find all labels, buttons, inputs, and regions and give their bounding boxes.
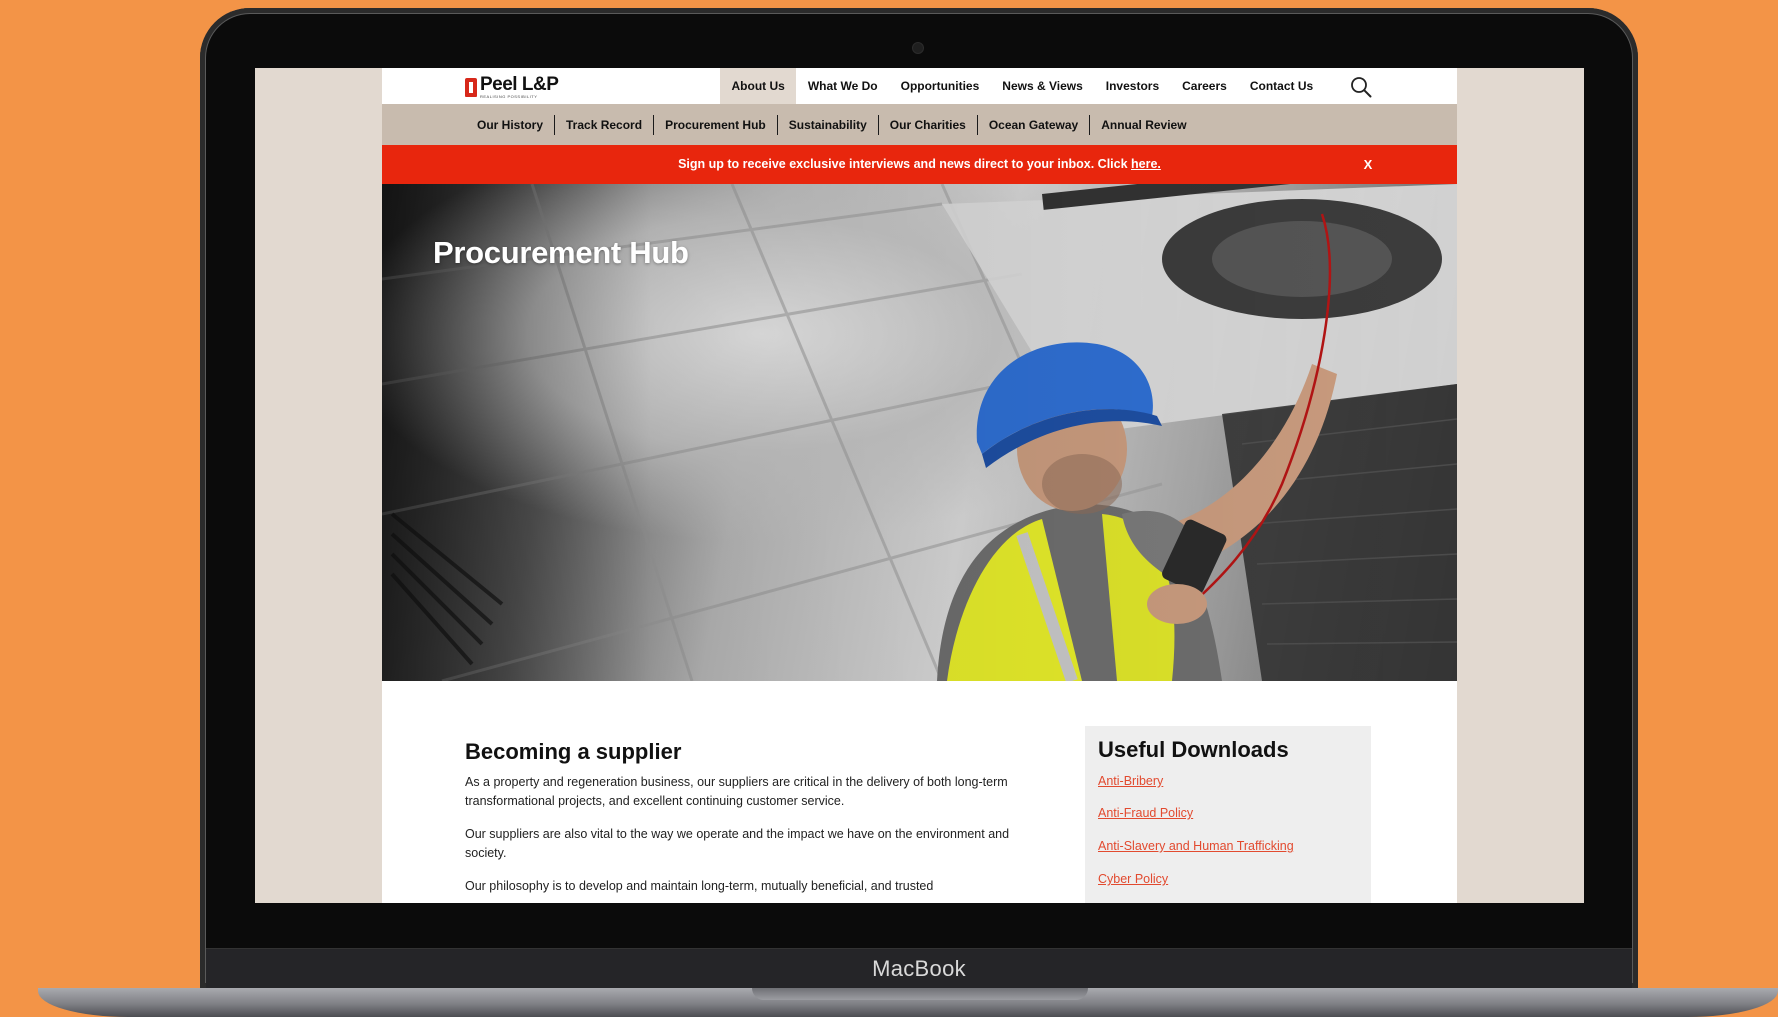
logo-name: Peel L&P bbox=[480, 74, 559, 95]
nav-contact-us[interactable]: Contact Us bbox=[1238, 68, 1324, 104]
subnav-annual-review[interactable]: Annual Review bbox=[1089, 114, 1197, 135]
download-anti-bribery-link[interactable]: Anti-Bribery bbox=[1098, 774, 1163, 788]
main-content: Becoming a supplier As a property and re… bbox=[382, 681, 1457, 903]
nav-investors[interactable]: Investors bbox=[1094, 68, 1170, 104]
subnav-track-record[interactable]: Track Record bbox=[554, 114, 653, 135]
top-bar: Peel L&P REALISING POSSIBILITY About Us … bbox=[382, 68, 1457, 104]
section-heading: Becoming a supplier bbox=[465, 739, 682, 765]
nav-news-views[interactable]: News & Views bbox=[991, 68, 1094, 104]
web-page: Peel L&P REALISING POSSIBILITY About Us … bbox=[382, 68, 1457, 903]
browser-viewport: Peel L&P REALISING POSSIBILITY About Us … bbox=[255, 68, 1584, 903]
subnav-procurement-hub[interactable]: Procurement Hub bbox=[653, 114, 777, 135]
download-cyber-policy-link[interactable]: Cyber Policy bbox=[1098, 872, 1168, 886]
download-anti-fraud-link[interactable]: Anti-Fraud Policy bbox=[1098, 806, 1193, 820]
download-anti-slavery-link[interactable]: Anti-Slavery and Human Trafficking bbox=[1098, 839, 1294, 853]
newsletter-alert-bar: Sign up to receive exclusive interviews … bbox=[382, 145, 1457, 184]
useful-downloads-panel: Useful Downloads Anti-Bribery Anti-Fraud… bbox=[1085, 726, 1371, 903]
hero-banner: Procurement Hub bbox=[382, 184, 1457, 681]
sub-nav: Our History Track Record Procurement Hub… bbox=[382, 104, 1457, 145]
alert-text: Sign up to receive exclusive interviews … bbox=[678, 157, 1132, 171]
nav-about-us[interactable]: About Us bbox=[720, 68, 797, 104]
site-logo[interactable]: Peel L&P REALISING POSSIBILITY bbox=[465, 74, 559, 100]
subnav-our-charities[interactable]: Our Charities bbox=[877, 114, 977, 135]
laptop-base-notch bbox=[752, 988, 1088, 1000]
alert-signup-link[interactable]: here. bbox=[1131, 157, 1161, 171]
subnav-sustainability[interactable]: Sustainability bbox=[776, 114, 878, 135]
paragraph-philosophy: Our philosophy is to develop and maintai… bbox=[465, 879, 934, 893]
main-nav: About Us What We Do Opportunities News &… bbox=[720, 68, 1325, 104]
alert-close-button[interactable]: X bbox=[1360, 145, 1376, 184]
device-brand-label: MacBook bbox=[872, 956, 966, 981]
nav-opportunities[interactable]: Opportunities bbox=[889, 68, 991, 104]
logo-tagline: REALISING POSSIBILITY bbox=[480, 94, 538, 99]
search-icon[interactable] bbox=[1350, 76, 1372, 98]
paragraph-intro: As a property and regeneration business,… bbox=[465, 775, 1008, 808]
subnav-our-history[interactable]: Our History bbox=[466, 115, 554, 135]
camera-icon bbox=[913, 43, 923, 53]
page-title: Procurement Hub bbox=[433, 234, 689, 270]
nav-careers[interactable]: Careers bbox=[1171, 68, 1239, 104]
logo-mark-icon bbox=[465, 77, 477, 97]
nav-what-we-do[interactable]: What We Do bbox=[796, 68, 889, 104]
downloads-title: Useful Downloads bbox=[1098, 737, 1289, 762]
paragraph-impact: Our suppliers are also vital to the way … bbox=[465, 827, 1010, 860]
subnav-ocean-gateway[interactable]: Ocean Gateway bbox=[976, 114, 1089, 135]
